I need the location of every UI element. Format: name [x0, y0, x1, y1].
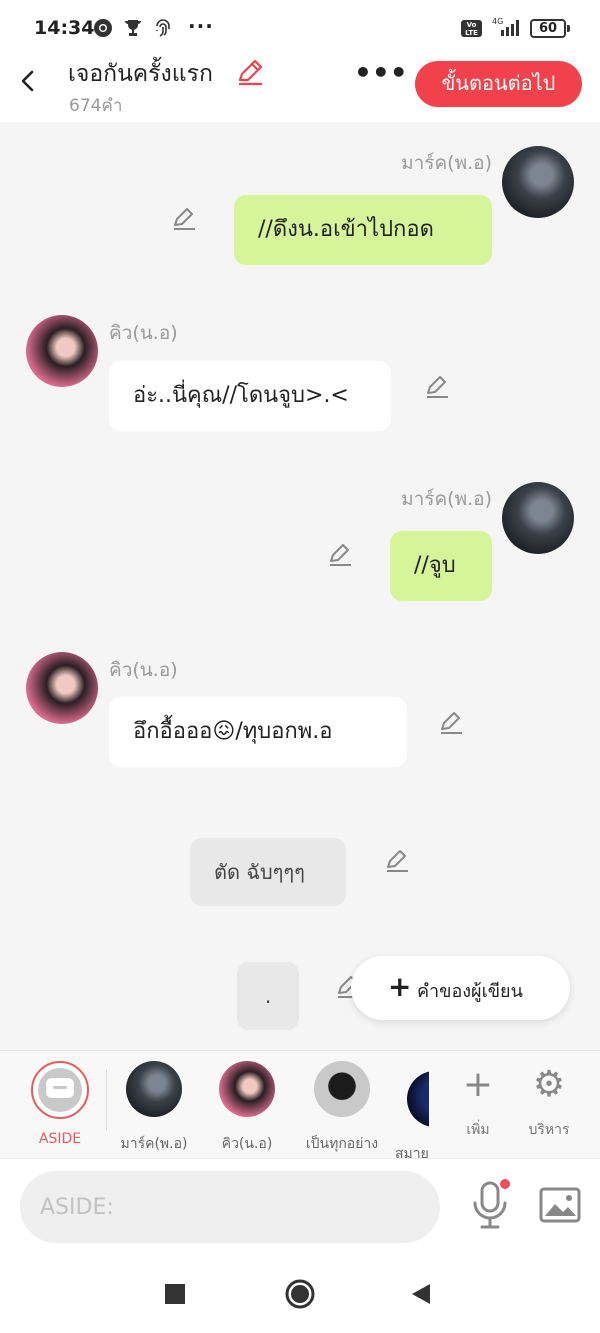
author-note-label: คำของผู้เขียน	[417, 981, 523, 1002]
image-icon[interactable]	[538, 1185, 582, 1225]
aside-bubble[interactable]: ตัด ฉับๆๆๆ	[190, 838, 346, 906]
manage-button[interactable]: ⚙ บริหาร	[519, 1065, 579, 1141]
message-bubble[interactable]: อึกอื้อออ😖/ทุบอกพ.อ	[109, 697, 407, 767]
avatar-q[interactable]	[26, 652, 98, 724]
volte-icon: Vo LTE	[461, 20, 482, 37]
input-bar	[0, 1158, 600, 1254]
system-navigation-bar	[0, 1254, 600, 1333]
avatar-mark[interactable]	[502, 482, 574, 554]
trophy-icon	[125, 20, 141, 36]
message-bubble[interactable]: อ่ะ..นี่คุณ//โดนจูบ>.<	[109, 361, 391, 431]
status-more-dots: ···	[188, 14, 214, 38]
word-count: 674คำ	[69, 96, 123, 116]
chrome-icon	[94, 19, 112, 37]
avatar-q[interactable]	[26, 315, 98, 387]
add-character-button[interactable]: + เพิ่ม	[448, 1065, 508, 1141]
page-title: เจอกันครั้งแรก	[68, 61, 213, 87]
character-selector: ASIDE มาร์ค(พ.อ) คิว(น.อ) เป็นทุกอย่าง ส…	[0, 1050, 600, 1159]
aside-icon	[31, 1061, 89, 1119]
sender-name: คิว(น.อ)	[109, 659, 178, 681]
message-input[interactable]	[20, 1171, 440, 1243]
pencil-icon[interactable]	[423, 373, 451, 401]
plus-icon: +	[462, 1064, 494, 1105]
plus-icon: +	[388, 970, 412, 1003]
character-label: คิว(น.อ)	[221, 1136, 273, 1152]
character-label: เป็นทุกอย่าง	[305, 1136, 379, 1152]
avatar-mark	[126, 1061, 182, 1117]
character-q[interactable]: คิว(น.อ)	[210, 1061, 284, 1155]
avatar-silhouette	[314, 1061, 370, 1117]
svg-text:4G: 4G	[492, 17, 503, 26]
back-triangle-icon[interactable]	[402, 1274, 442, 1314]
pencil-icon[interactable]	[437, 709, 465, 737]
avatar-smile	[407, 1071, 429, 1127]
pencil-icon[interactable]	[326, 541, 354, 569]
stop-icon[interactable]	[155, 1274, 195, 1314]
add-label: เพิ่ม	[466, 1122, 490, 1138]
settings-icon: ⚙	[532, 1064, 566, 1105]
character-mark[interactable]: มาร์ค(พ.อ)	[117, 1061, 191, 1155]
avatar-mark[interactable]	[502, 146, 574, 218]
avatar-q	[219, 1061, 275, 1117]
fingerprint-icon	[156, 19, 170, 37]
chat-area: มาร์ค(พ.อ) //ดึงน.อเข้าไปกอด คิว(น.อ) อ่…	[0, 122, 600, 1050]
next-step-button[interactable]: ขั้นตอนต่อไป	[415, 61, 582, 107]
sender-name: มาร์ค(พ.อ)	[401, 152, 492, 174]
aside-bubble[interactable]: .	[237, 962, 299, 1030]
status-time: 14:34	[34, 17, 95, 39]
sender-name: มาร์ค(พ.อ)	[401, 488, 492, 510]
character-smile[interactable]: สมาย	[395, 1071, 429, 1159]
signal-icon: 4G	[492, 17, 519, 36]
sender-name: คิว(น.อ)	[109, 322, 178, 344]
pencil-icon[interactable]	[170, 205, 198, 233]
home-icon[interactable]	[280, 1274, 320, 1314]
character-smile-clip: สมาย	[395, 1061, 429, 1159]
character-label: มาร์ค(พ.อ)	[120, 1136, 188, 1152]
author-note-button[interactable]: + คำของผู้เขียน	[351, 956, 570, 1020]
more-options-button[interactable]: •••	[354, 59, 408, 92]
battery-indicator: 60	[530, 19, 570, 38]
manage-label: บริหาร	[528, 1122, 570, 1138]
pencil-icon[interactable]	[383, 847, 411, 875]
back-icon[interactable]	[14, 66, 42, 96]
divider	[106, 1069, 107, 1131]
character-everything[interactable]: เป็นทุกอย่าง	[302, 1061, 382, 1155]
chat-header: เจอกันครั้งแรก 674คำ ••• ขั้นตอนต่อไป	[0, 56, 600, 122]
message-bubble[interactable]: //จูบ	[390, 531, 492, 601]
aside-label: ASIDE	[38, 1131, 82, 1147]
character-label: สมาย	[395, 1146, 429, 1159]
aside-selector[interactable]: ASIDE	[23, 1061, 97, 1147]
message-bubble[interactable]: //ดึงน.อเข้าไปกอด	[234, 195, 492, 265]
notification-dot	[500, 1179, 510, 1189]
status-bar: 14:34 ··· Vo LTE 4G 60	[0, 0, 600, 56]
edit-title-icon[interactable]	[236, 58, 264, 86]
microphone-button[interactable]	[468, 1179, 512, 1231]
